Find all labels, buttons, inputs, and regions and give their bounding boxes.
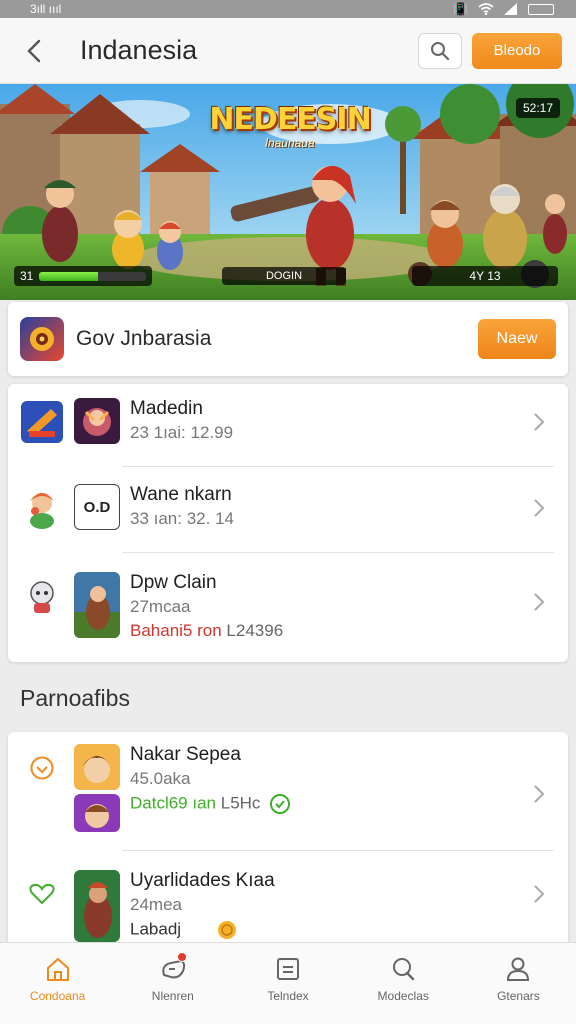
hud-center-label: DOGIN — [222, 267, 346, 285]
game-stat: Bahani5 ron L24396 — [130, 621, 568, 641]
nav-label: Nlenren — [151, 989, 194, 1003]
bottom-navigation: Condoana Nlenren Telndex Modeclas Gtenar… — [0, 942, 576, 1024]
profile-icon — [507, 957, 530, 981]
game-stat-value: L24396 — [226, 621, 284, 640]
divider — [122, 466, 554, 467]
home-icon — [46, 958, 69, 981]
game-badge-icon — [18, 398, 66, 446]
chevron-right-icon — [534, 885, 545, 903]
list-item[interactable]: Uyarlidades Kıaa 24mea Labadj — [8, 870, 568, 942]
game-avatar-icon — [18, 484, 66, 532]
game-meta: 27mcaa — [130, 597, 191, 616]
vibrate-icon: 📳 — [453, 2, 468, 16]
divider — [122, 552, 554, 553]
games-list: Madedin 23 1ıai: 12.99 O.D Wane nkarn 33… — [8, 384, 568, 662]
players-list: Nakar Sepea 45.0aka Datcl69 ıan L5Hc Uya… — [8, 732, 568, 962]
game-title: Wane nkarn — [130, 484, 232, 505]
battery-icon — [528, 3, 554, 15]
hud-progress-fill — [39, 271, 98, 281]
hud-level: 31 — [20, 269, 34, 283]
coin-icon — [217, 921, 236, 939]
player-thumbnail-secondary — [74, 794, 120, 832]
search-button[interactable] — [418, 32, 462, 69]
nav-item-home[interactable]: Condoana — [0, 943, 115, 1024]
list-item[interactable]: Nakar Sepea 45.0aka Datcl69 ıan L5Hc — [8, 744, 568, 832]
page-title: Indanesia — [80, 35, 198, 65]
hud-right-label: 4Y 13 — [412, 266, 558, 286]
player-stat-label: Labadj — [130, 919, 182, 939]
banner-subtitle: lnaunaua — [265, 136, 315, 150]
nav-item-list[interactable]: Telndex — [230, 943, 345, 1024]
chevron-right-icon — [534, 413, 545, 431]
status-icons: 📳 — [453, 2, 554, 16]
nav-item-games[interactable]: Nlenren — [115, 943, 230, 1024]
nav-label: Condoana — [29, 989, 86, 1003]
green-check-icon — [270, 794, 291, 814]
player-stat-value: L5Hc — [220, 793, 261, 813]
game-thumbnail: O.D — [74, 484, 120, 530]
game-title: Madedin — [130, 398, 203, 419]
chevron-right-icon — [534, 499, 545, 517]
list-item[interactable]: O.D Wane nkarn 33 ıan: 32. 14 — [8, 484, 568, 532]
player-meta: 24mea — [130, 895, 182, 914]
featured-game-icon — [20, 317, 64, 361]
nav-item-chat[interactable]: Modeclas — [346, 943, 461, 1024]
thumbnail-label: O.D — [83, 498, 111, 516]
player-stat: Datcl69 ıan L5Hc — [130, 793, 568, 815]
banner-game-logo: NEDEESIN — [209, 102, 371, 137]
header-action-button[interactable]: Bleodo — [472, 32, 562, 69]
featured-new-button[interactable]: Naew — [478, 319, 556, 359]
chat-icon — [393, 958, 415, 981]
player-title: Nakar Sepea — [130, 744, 241, 765]
player-thumbnail — [74, 870, 120, 942]
list-item[interactable]: Dpw Clain 27mcaa Bahani5 ron L24396 — [8, 572, 568, 641]
game-stat-label: Bahani5 ron — [130, 621, 222, 640]
player-stat: Labadj — [130, 919, 568, 941]
clock-icon — [18, 744, 66, 792]
speaker-icon — [30, 327, 54, 351]
divider — [122, 850, 554, 851]
nav-item-profile[interactable]: Gtenars — [461, 943, 576, 1024]
chevron-right-icon — [534, 593, 545, 611]
game-meta: 33 ıan: 32. 14 — [130, 509, 234, 528]
list-item[interactable]: Madedin 23 1ıai: 12.99 — [8, 398, 568, 446]
player-title: Uyarlidades Kıaa — [130, 870, 275, 891]
player-stat-label: Datcl69 ıan — [130, 793, 216, 813]
banner-counter: 52:17 — [515, 98, 560, 118]
app-bar: Indanesia Bleodo — [0, 18, 576, 84]
nav-label: Gtenars — [497, 989, 540, 1003]
hud-progress-track — [39, 271, 146, 281]
back-arrow-icon — [27, 39, 41, 62]
game-title: Dpw Clain — [130, 572, 217, 593]
game-meta: 23 1ıai: 12.99 — [130, 423, 234, 442]
search-icon — [431, 41, 450, 60]
nav-label: Modeclas — [377, 989, 429, 1003]
status-bar: 3ıll ıııl 📳 — [0, 0, 576, 18]
list-icon — [277, 958, 299, 980]
featured-game-name: Gov Jnbarasia — [76, 327, 212, 350]
heart-icon — [18, 870, 66, 918]
game-avatar-icon — [18, 572, 66, 620]
hud-health-bar: 31 — [14, 266, 152, 286]
wifi-icon — [478, 3, 494, 15]
chevron-right-icon — [534, 785, 545, 803]
featured-game-card[interactable]: Gov Jnbarasia Naew — [8, 302, 568, 376]
game-thumbnail — [74, 572, 120, 638]
player-thumbnail — [74, 744, 120, 790]
nav-label: Telndex — [267, 989, 309, 1003]
section-title: Parnoafibs — [20, 685, 130, 711]
player-meta: 45.0aka — [130, 769, 191, 788]
game-thumbnail — [74, 398, 120, 444]
hero-banner[interactable]: NEDEESIN lnaunaua 52:17 31 DOGIN 4Y 13 — [0, 84, 576, 300]
signal-indicator: 3ıll ıııl — [30, 2, 62, 16]
back-button[interactable] — [14, 31, 54, 71]
signal-icon — [504, 3, 517, 15]
